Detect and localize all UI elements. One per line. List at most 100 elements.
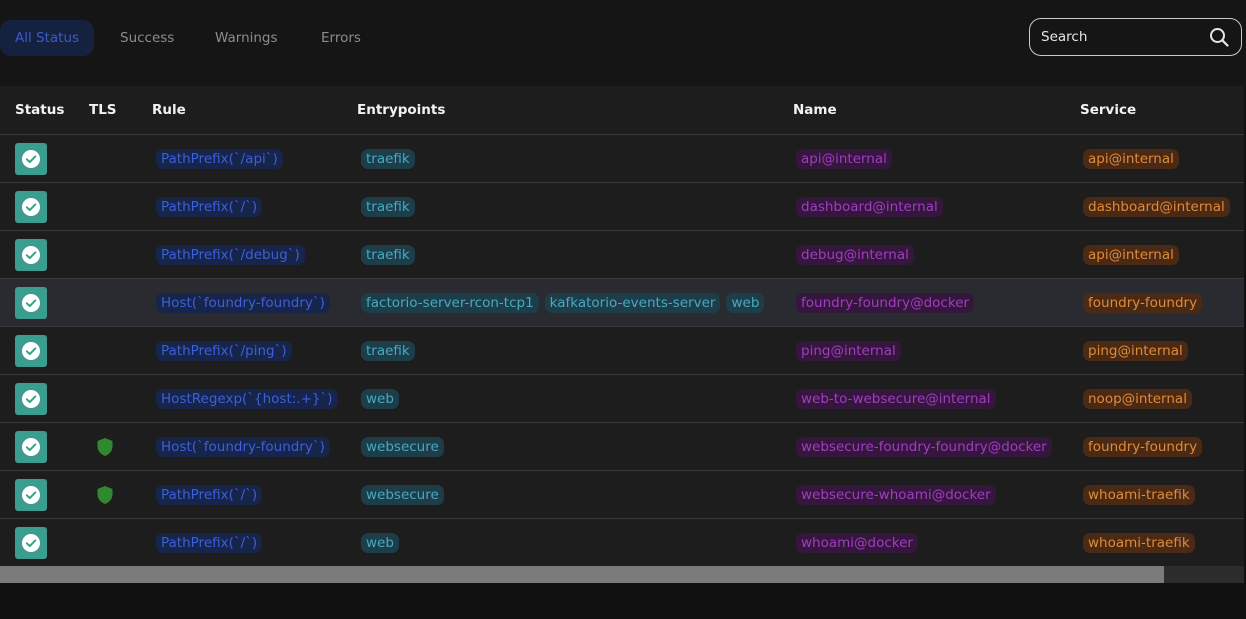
tls-cell <box>96 423 114 470</box>
name-cell: websecure-whoami@docker <box>796 471 1002 518</box>
status-badge <box>15 286 47 319</box>
entrypoint-chip: traefik <box>361 340 415 361</box>
status-cell <box>15 183 47 230</box>
router-name-chip: api@internal <box>796 148 892 169</box>
column-service[interactable]: Service <box>1080 86 1136 134</box>
shield-icon <box>97 437 113 456</box>
rule-cell: Host(`foundry-foundry`) <box>156 279 336 326</box>
service-chip: api@internal <box>1083 148 1179 169</box>
search-icon[interactable] <box>1209 27 1229 47</box>
status-badge <box>15 238 47 271</box>
check-circle-icon <box>22 245 40 264</box>
router-name-chip: web-to-websecure@internal <box>796 388 996 409</box>
search-input[interactable]: Search <box>1029 18 1242 56</box>
service-cell: dashboard@internal <box>1083 183 1236 230</box>
check-circle-icon <box>22 293 40 312</box>
rule-chip: Host(`foundry-foundry`) <box>156 292 330 313</box>
table-row[interactable]: Host(`foundry-foundry`) factorio-server-r… <box>0 279 1244 327</box>
entrypoints-cell: traefik <box>361 183 421 230</box>
scrollbar-thumb[interactable] <box>0 566 1164 583</box>
table-body: PathPrefix(`/api`) traefik api@internal api… <box>0 135 1244 566</box>
tab-success[interactable]: Success <box>105 20 189 56</box>
service-cell: whoami-traefik <box>1083 519 1201 566</box>
tab-all-status[interactable]: All Status <box>0 20 95 56</box>
rule-chip: PathPrefix(`/`) <box>156 532 263 553</box>
service-cell: foundry-foundry <box>1083 423 1208 470</box>
service-chip: dashboard@internal <box>1083 196 1230 217</box>
status-cell <box>15 375 47 422</box>
check-circle-icon <box>22 437 40 456</box>
status-cell <box>15 231 47 278</box>
table-row[interactable]: PathPrefix(`/debug`) traefik debug@interna… <box>0 231 1244 279</box>
rule-chip: Host(`foundry-foundry`) <box>156 436 330 457</box>
status-cell <box>15 423 47 470</box>
status-badge <box>15 334 47 367</box>
entrypoints-cell: websecure <box>361 423 450 470</box>
status-cell <box>15 135 47 182</box>
router-name-chip: websecure-foundry-foundry@docker <box>796 436 1052 457</box>
status-badge <box>15 478 47 511</box>
check-circle-icon <box>22 389 40 408</box>
horizontal-scrollbar[interactable] <box>0 566 1244 583</box>
name-cell: dashboard@internal <box>796 183 949 230</box>
name-cell: api@internal <box>796 135 898 182</box>
column-tls[interactable]: TLS <box>89 86 117 134</box>
check-circle-icon <box>22 197 40 216</box>
service-chip: noop@internal <box>1083 388 1192 409</box>
table-row[interactable]: PathPrefix(`/`) web whoami@docker whoami-tr… <box>0 519 1244 566</box>
entrypoint-chip: traefik <box>361 244 415 265</box>
service-chip: api@internal <box>1083 244 1179 265</box>
table-row[interactable]: PathPrefix(`/`) websecure websecure-whoami… <box>0 471 1244 519</box>
table-row[interactable]: PathPrefix(`/`) traefik dashboard@internal… <box>0 183 1244 231</box>
rule-chip: PathPrefix(`/`) <box>156 484 263 505</box>
check-circle-icon <box>22 149 40 168</box>
entrypoint-chip: web <box>361 532 399 553</box>
column-status[interactable]: Status <box>15 86 64 134</box>
rule-chip: HostRegexp(`{host:.+}`) <box>156 388 338 409</box>
status-badge <box>15 190 47 223</box>
rule-cell: PathPrefix(`/debug`) <box>156 231 311 278</box>
table-row[interactable]: PathPrefix(`/ping`) traefik ping@internal p… <box>0 327 1244 375</box>
entrypoints-cell: traefik <box>361 135 421 182</box>
entrypoint-chip: web <box>726 292 765 313</box>
column-entrypoints[interactable]: Entrypoints <box>357 86 445 134</box>
rule-chip: PathPrefix(`/`) <box>156 196 263 217</box>
search-placeholder: Search <box>1041 29 1088 45</box>
tls-cell <box>96 471 114 518</box>
check-circle-icon <box>22 341 40 360</box>
service-chip: whoami-traefik <box>1083 484 1195 505</box>
entrypoint-chip: kafkatorio-events-server <box>544 292 721 313</box>
name-cell: websecure-foundry-foundry@docker <box>796 423 1058 470</box>
service-cell: ping@internal <box>1083 327 1194 374</box>
tab-warnings[interactable]: Warnings <box>200 20 293 56</box>
router-name-chip: ping@internal <box>796 340 901 361</box>
entrypoint-chip: traefik <box>361 148 415 169</box>
rule-chip: PathPrefix(`/debug`) <box>156 244 305 265</box>
table-row[interactable]: HostRegexp(`{host:.+}`) web web-to-websecu… <box>0 375 1244 423</box>
status-cell <box>15 471 47 518</box>
status-cell <box>15 327 47 374</box>
entrypoints-cell: web <box>361 375 405 422</box>
shield-icon <box>97 485 113 504</box>
router-name-chip: foundry-foundry@docker <box>796 292 975 313</box>
status-badge <box>15 430 47 463</box>
name-cell: foundry-foundry@docker <box>796 279 980 326</box>
check-circle-icon <box>22 533 40 552</box>
service-chip: whoami-traefik <box>1083 532 1195 553</box>
service-chip: ping@internal <box>1083 340 1188 361</box>
column-rule[interactable]: Rule <box>152 86 186 134</box>
column-name[interactable]: Name <box>793 86 837 134</box>
tab-errors[interactable]: Errors <box>306 20 376 56</box>
service-cell: api@internal <box>1083 135 1185 182</box>
entrypoint-chip: web <box>361 388 399 409</box>
rule-cell: HostRegexp(`{host:.+}`) <box>156 375 344 422</box>
status-cell <box>15 519 47 566</box>
service-cell: foundry-foundry <box>1083 279 1208 326</box>
table-row[interactable]: PathPrefix(`/api`) traefik api@internal api… <box>0 135 1244 183</box>
table-row[interactable]: Host(`foundry-foundry`) websecure websecur… <box>0 423 1244 471</box>
service-cell: api@internal <box>1083 231 1185 278</box>
entrypoints-cell: traefik <box>361 231 421 278</box>
routers-table: Status TLS Rule Entrypoints Name Service… <box>0 86 1244 566</box>
entrypoints-cell: websecure <box>361 471 450 518</box>
rule-cell: PathPrefix(`/`) <box>156 519 268 566</box>
